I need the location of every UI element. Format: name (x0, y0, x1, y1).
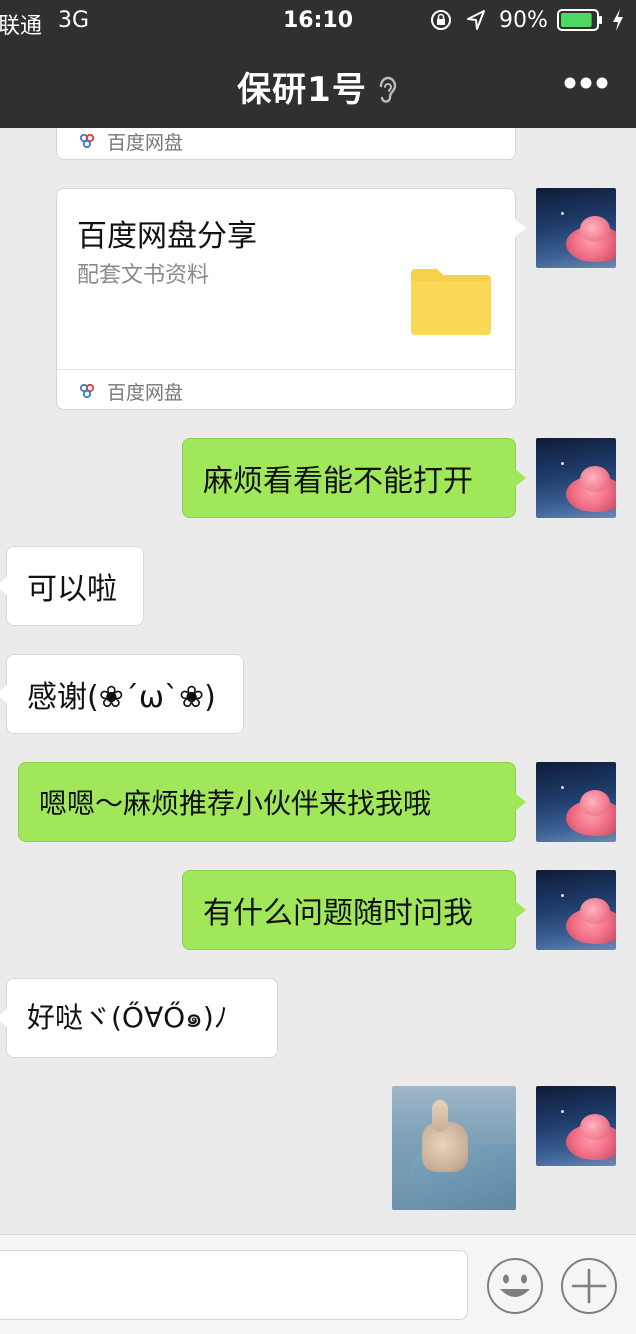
partial-share-card[interactable]: 百度网盘 (56, 128, 516, 160)
thumbs-up-image-message[interactable] (392, 1086, 516, 1210)
top-bar: 联通 3G 16:10 90% 保研1号 (0, 0, 636, 128)
more-dots-icon[interactable] (563, 76, 609, 90)
folder-icon (411, 269, 491, 335)
plus-icon[interactable] (560, 1257, 618, 1315)
my-avatar[interactable] (536, 1086, 616, 1166)
message-bubble-outgoing[interactable]: 有什么问题随时问我 (182, 870, 526, 950)
message-bubble-incoming[interactable]: 感谢(❀ˊωˋ❀) (0, 654, 244, 734)
message-bubble-incoming[interactable]: 好哒ヾ(Ő∀Ő๑)ﾉ (0, 978, 278, 1058)
card-source-label: 百度网盘 (107, 132, 184, 154)
input-bar (0, 1234, 636, 1334)
message-text: 嗯嗯～麻烦推荐小伙伴来找我哦 (39, 787, 432, 820)
message-text: 可以啦 (27, 572, 117, 607)
charging-bolt-icon (613, 9, 623, 31)
baidu-pan-icon (79, 133, 95, 149)
emoji-icon[interactable] (486, 1257, 544, 1315)
rotation-lock-icon (431, 10, 451, 30)
message-input[interactable] (0, 1250, 468, 1320)
page-title: 保研1号 (0, 62, 636, 111)
card-footer: 百度网盘 (57, 369, 515, 409)
message-text: 好哒ヾ(Ő∀Ő๑)ﾉ (27, 1001, 228, 1034)
card-footer: 百度网盘 (57, 128, 515, 159)
baidu-pan-icon (79, 383, 95, 399)
location-arrow-icon (467, 10, 485, 30)
status-bar: 联通 3G 16:10 90% (0, 0, 636, 42)
card-description: 配套文书资料 (77, 263, 210, 288)
card-title: 百度网盘分享 (77, 219, 257, 254)
share-card[interactable]: 百度网盘分享 配套文书资料 百度网盘 (56, 188, 526, 410)
battery-icon (557, 9, 602, 31)
chat-title-text: 保研1号 (237, 70, 367, 110)
ear-icon (379, 76, 397, 103)
message-list[interactable]: 百度网盘 百度网盘分享 配套文书资料 百度网盘 麻烦看看能不能打开 可以啦 感谢… (0, 128, 636, 1234)
my-avatar[interactable] (536, 438, 616, 518)
message-bubble-outgoing[interactable]: 麻烦看看能不能打开 (182, 438, 526, 518)
card-source-label: 百度网盘 (107, 382, 184, 404)
battery-percent: 90% (499, 8, 548, 33)
message-bubble-incoming[interactable]: 可以啦 (0, 546, 144, 626)
message-text: 感谢(❀ˊωˋ❀) (27, 680, 216, 715)
chat-screen: 联通 3G 16:10 90% 保研1号 百度网盘 百度网盘分享 配套文书资料 … (0, 0, 636, 1334)
message-text: 有什么问题随时问我 (203, 896, 473, 931)
my-avatar[interactable] (536, 870, 616, 950)
message-bubble-outgoing[interactable]: 嗯嗯～麻烦推荐小伙伴来找我哦 (18, 762, 526, 842)
my-avatar[interactable] (536, 188, 616, 268)
message-text: 麻烦看看能不能打开 (203, 464, 473, 499)
my-avatar[interactable] (536, 762, 616, 842)
